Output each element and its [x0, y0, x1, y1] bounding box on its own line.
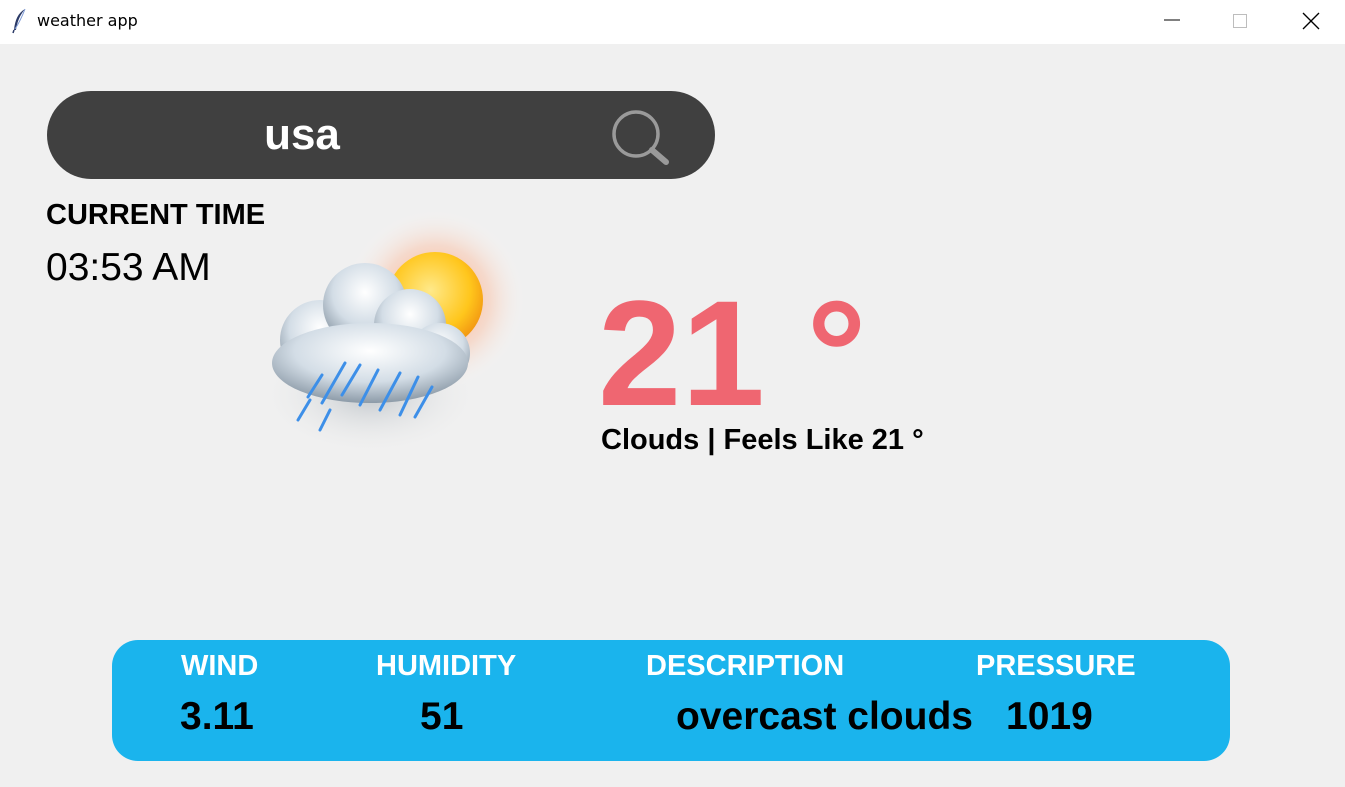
pressure-value: 1019	[1006, 695, 1093, 738]
minimize-icon	[1164, 19, 1180, 21]
minimize-button[interactable]	[1149, 0, 1195, 44]
close-icon	[1302, 12, 1320, 30]
current-time-value: 03:53 AM	[46, 246, 211, 289]
humidity-value: 51	[420, 695, 464, 738]
window-title: weather app	[37, 11, 138, 30]
maximize-icon	[1233, 14, 1247, 28]
cloud-sun-rain-icon	[260, 208, 527, 455]
humidity-label: HUMIDITY	[376, 650, 517, 682]
search-input[interactable]	[107, 105, 497, 165]
weather-condition: Clouds | Feels Like 21 °	[601, 424, 924, 456]
pressure-label: PRESSURE	[976, 650, 1136, 682]
wind-label: WIND	[181, 650, 259, 682]
wind-value: 3.11	[180, 695, 254, 738]
maximize-button[interactable]	[1218, 0, 1264, 44]
feather-icon	[12, 8, 26, 34]
temperature-value: 21 °	[598, 269, 867, 437]
close-button[interactable]	[1288, 0, 1334, 44]
description-value: overcast clouds	[676, 695, 973, 738]
title-bar: weather app	[0, 0, 1345, 44]
description-label: DESCRIPTION	[646, 650, 845, 682]
search-icon[interactable]	[608, 108, 672, 166]
current-time-heading: CURRENT TIME	[46, 199, 266, 231]
